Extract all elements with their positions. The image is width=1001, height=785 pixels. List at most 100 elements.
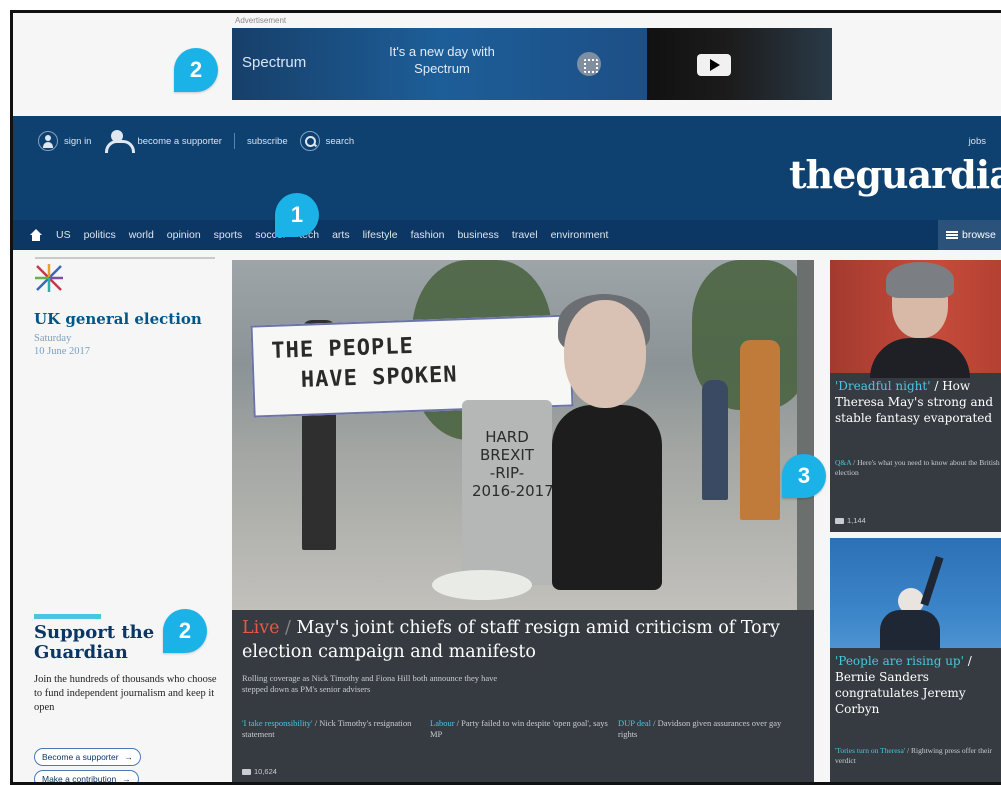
support-accent-bar (34, 614, 101, 619)
right-story-headline: 'People are rising up' / Bernie Sanders … (835, 654, 972, 716)
nav-item-fashion[interactable]: fashion (411, 229, 445, 241)
become-supporter-button[interactable]: Become a supporter → (34, 748, 142, 766)
figure-head (564, 300, 646, 408)
election-section-title[interactable]: UK general election (34, 310, 202, 328)
right-story-kicker: 'Dreadful night' (835, 379, 931, 393)
supporter-icon (103, 130, 136, 153)
figure-body (552, 405, 662, 590)
kicker-separator: / (285, 618, 297, 638)
screenshot-frame: Advertisement Spectrum It's a new day wi… (10, 10, 1001, 785)
search-link[interactable]: search (299, 131, 354, 151)
sign-in-link[interactable]: sign in (38, 131, 91, 151)
photo-shoulders (870, 338, 970, 378)
main-story-standfirst: Rolling coverage as Nick Timothy and Fio… (242, 673, 498, 694)
related-link-text: Party failed to win despite 'open goal',… (430, 718, 608, 739)
ad-video (647, 28, 832, 100)
callout-badge: 2 (174, 48, 218, 92)
protest-banner-text: THE PEOPLE HAVE SPOKEN (270, 333, 458, 394)
nav-item-travel[interactable]: travel (512, 229, 538, 241)
right-story-sub-link[interactable]: Q&A / Here's what you need to know about… (835, 458, 1001, 478)
ad-label: Advertisement (235, 16, 287, 25)
divider (233, 133, 235, 149)
become-supporter-label: become a supporter (137, 135, 222, 147)
related-link[interactable]: DUP deal / Davidson given assurances ove… (618, 718, 806, 740)
divider (35, 257, 215, 259)
right-story-headline: 'Dreadful night' / How Theresa May's str… (835, 379, 994, 425)
right-story-sub-kicker: Q&A (835, 458, 852, 467)
photo-costumed-figure (552, 294, 662, 590)
subscribe-label: subscribe (246, 135, 288, 147)
right-story-sub-text: Here's what you need to know about the B… (835, 458, 1000, 477)
right-story-headline-text: Bernie Sanders congratulates Jeremy Corb… (835, 670, 966, 716)
related-link-kicker: Labour (430, 718, 455, 728)
nav-item-sports[interactable]: sports (214, 229, 243, 241)
right-story-photo (830, 538, 1001, 650)
comment-count[interactable]: 1,144 (835, 516, 866, 525)
election-day: Saturday (34, 333, 72, 344)
nav-item-lifestyle[interactable]: lifestyle (363, 229, 398, 241)
browse-label: browse (962, 229, 996, 241)
tombstone-text: HARD BREXIT -RIP- 2016-2017 (472, 428, 554, 500)
menu-icon (946, 231, 958, 239)
ad-banner-left: Spectrum It's a new day with Spectrum (232, 28, 647, 100)
election-date-value: 10 June 2017 (34, 346, 90, 357)
right-story-photo (830, 260, 1001, 378)
right-story-card[interactable]: 'People are rising up' / Bernie Sanders … (830, 538, 1001, 782)
arrow-right-icon: → (122, 774, 131, 784)
ad-banner[interactable]: Spectrum It's a new day with Spectrum (232, 28, 832, 100)
main-story-photo[interactable]: THE PEOPLE HAVE SPOKEN HARD BREXIT -RIP-… (232, 260, 814, 610)
callout-badge: 1 (275, 193, 319, 237)
photo-bystander (702, 380, 728, 500)
comment-icon (242, 768, 251, 775)
nav-item-world[interactable]: world (129, 229, 154, 241)
browse-all-button[interactable]: browse (938, 220, 1001, 250)
expand-icon[interactable] (577, 52, 601, 76)
search-icon (299, 131, 320, 151)
right-story-kicker: 'People are rising up' (835, 654, 964, 668)
site-header: sign in become a supporter subscribe sea… (13, 116, 1001, 220)
subscribe-link[interactable]: subscribe (247, 136, 288, 147)
comment-count-value: 10,624 (254, 767, 277, 776)
comment-count-value: 1,144 (847, 516, 866, 525)
comment-count[interactable]: 10,624 (242, 767, 277, 776)
nav-item-us[interactable]: US (56, 229, 71, 241)
right-story-sub-link[interactable]: 'Tories turn on Theresa' / Rightwing pre… (835, 746, 1001, 766)
nav-item-arts[interactable]: arts (332, 229, 350, 241)
main-headline-text: May's joint chiefs of staff resign amid … (242, 618, 780, 662)
header-topbar: sign in become a supporter subscribe sea… (38, 130, 366, 153)
photo-shoulders (880, 610, 940, 650)
related-link[interactable]: 'I take responsibility' / Nick Timothy's… (242, 718, 430, 740)
guardian-logo[interactable]: theguardian (789, 152, 1001, 197)
live-badge: Live (242, 618, 280, 638)
arrow-right-icon: → (124, 752, 134, 762)
left-column: UK general election Saturday 10 June 201… (13, 250, 228, 784)
section-nav: US politics world opinion sports soccer … (13, 220, 1001, 250)
nav-item-environment[interactable]: environment (551, 229, 609, 241)
make-contribution-button-label: Make a contribution (42, 774, 117, 784)
user-icon (38, 131, 58, 151)
callout-badge: 3 (782, 454, 826, 498)
play-icon[interactable] (697, 54, 731, 76)
ad-strip: Advertisement Spectrum It's a new day wi… (13, 13, 1001, 116)
comment-icon (835, 517, 844, 524)
support-text: Join the hundreds of thousands who choos… (34, 674, 217, 713)
jobs-link[interactable]: jobs (969, 136, 986, 147)
nav-item-opinion[interactable]: opinion (167, 229, 201, 241)
related-link-kicker: 'I take responsibility' (242, 718, 313, 728)
photo-lamppost (797, 260, 814, 610)
home-icon[interactable] (30, 229, 42, 241)
related-link-kicker: DUP deal (618, 718, 651, 728)
become-supporter-button-label: Become a supporter (42, 752, 119, 762)
nav-item-politics[interactable]: politics (84, 229, 116, 241)
nav-item-business[interactable]: business (457, 229, 498, 241)
make-contribution-button[interactable]: Make a contribution → (34, 770, 139, 784)
main-story-card[interactable]: THE PEOPLE HAVE SPOKEN HARD BREXIT -RIP-… (232, 260, 814, 782)
election-date: Saturday 10 June 2017 (34, 332, 154, 358)
photo-raised-arm (920, 555, 944, 607)
right-story-card[interactable]: 'Dreadful night' / How Theresa May's str… (830, 260, 1001, 532)
related-link[interactable]: Labour / Party failed to win despite 'op… (430, 718, 618, 740)
right-story-sub-kicker: 'Tories turn on Theresa' (835, 746, 906, 755)
become-supporter-link[interactable]: become a supporter (103, 130, 222, 153)
main-story-headline[interactable]: Live / May's joint chiefs of staff resig… (242, 616, 807, 664)
ad-copy: It's a new day with Spectrum (389, 44, 495, 76)
